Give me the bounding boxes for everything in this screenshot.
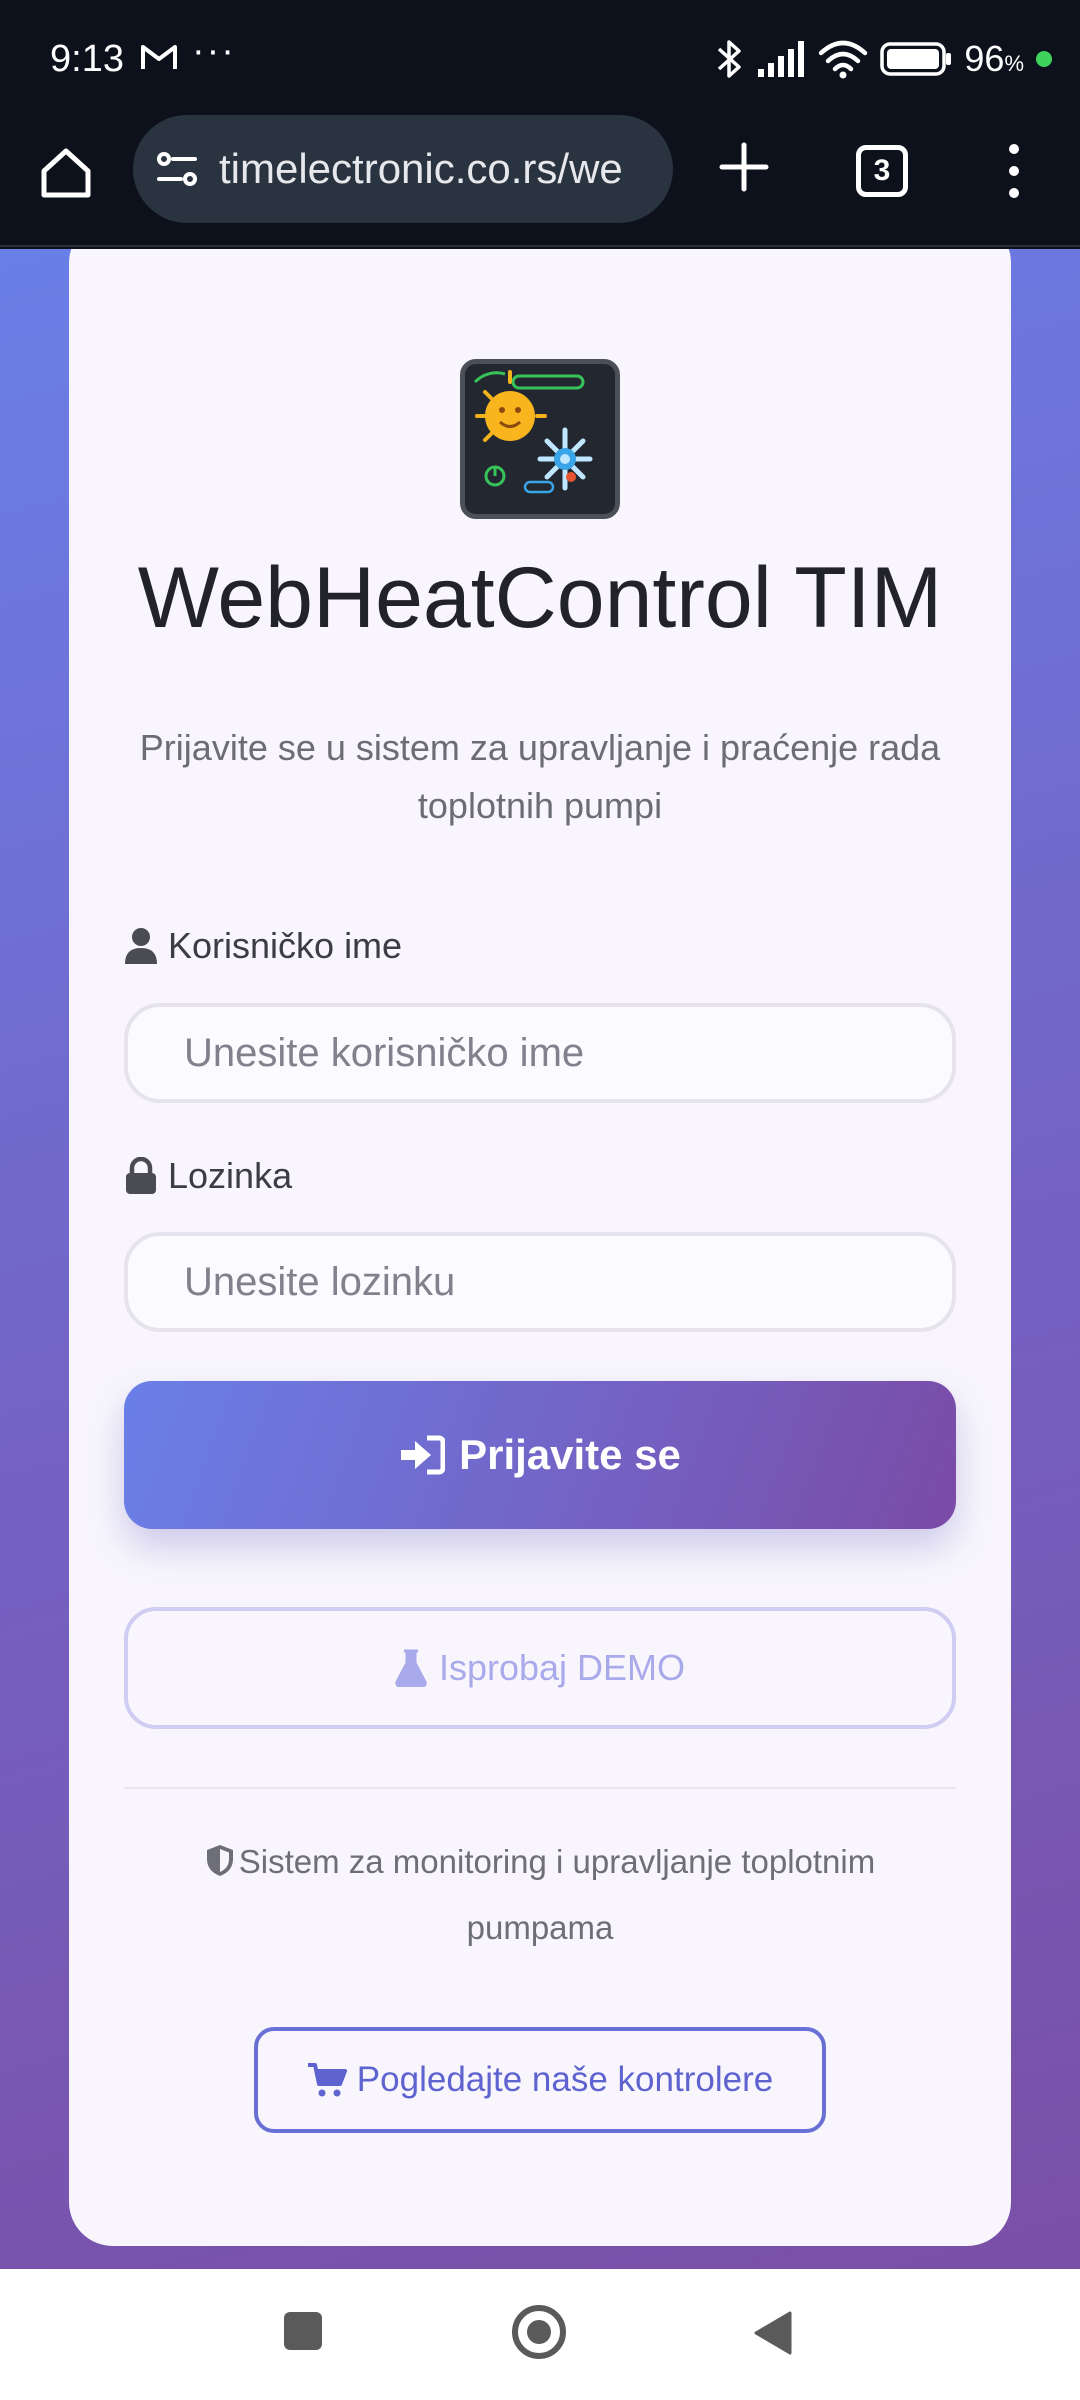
username-label-text: Korisničko ime bbox=[168, 925, 403, 966]
signal-icon bbox=[758, 41, 805, 77]
demo-button[interactable]: Isprobaj DEMO bbox=[124, 1607, 956, 1729]
shield-icon bbox=[206, 1845, 233, 1876]
site-settings-icon[interactable] bbox=[153, 145, 201, 193]
menu-icon[interactable] bbox=[1000, 139, 1028, 203]
home-button-icon[interactable] bbox=[511, 2304, 567, 2360]
password-label: Lozinka bbox=[124, 1155, 292, 1197]
back-button-icon[interactable] bbox=[752, 2309, 794, 2357]
browser-toolbar: timelectronic.co.rs/we 3 bbox=[0, 115, 1080, 247]
app-logo bbox=[460, 359, 620, 519]
login-button-label: Prijavite se bbox=[459, 1431, 681, 1478]
home-icon[interactable] bbox=[36, 143, 96, 203]
username-label: Korisničko ime bbox=[124, 925, 402, 967]
login-card: WebHeatControl TIM Prijavite se u sistem… bbox=[69, 249, 1011, 2246]
flask-icon bbox=[395, 1649, 427, 1687]
lock-icon bbox=[126, 1157, 156, 1194]
demo-button-label: Isprobaj DEMO bbox=[438, 1647, 686, 1688]
recent-apps-button[interactable] bbox=[284, 2312, 322, 2350]
page-subtitle: Prijavite se u sistem za upravljanje i p… bbox=[139, 727, 941, 826]
page-title: WebHeatControl TIM bbox=[137, 550, 943, 646]
battery-level: 96% bbox=[964, 38, 1024, 79]
address-bar[interactable]: timelectronic.co.rs/we bbox=[133, 115, 673, 223]
view-controllers-button[interactable]: Pogledajte naše kontrolere bbox=[254, 2027, 826, 2133]
system-nav-bar bbox=[0, 2269, 1080, 2400]
sign-in-icon bbox=[401, 1435, 446, 1475]
status-bar: 9:13 ··· 96% bbox=[0, 0, 1080, 115]
privacy-indicator-dot bbox=[1036, 51, 1052, 67]
new-tab-icon[interactable] bbox=[712, 135, 776, 199]
status-overflow-dots: ··· bbox=[192, 30, 236, 72]
tab-count: 3 bbox=[873, 154, 891, 187]
divider bbox=[124, 1787, 956, 1789]
gmail-icon bbox=[141, 45, 177, 69]
user-icon bbox=[125, 928, 157, 964]
password-label-text: Lozinka bbox=[168, 1155, 293, 1196]
battery-icon bbox=[880, 42, 952, 76]
footer-description: Sistem za monitoring i upravljanje toplo… bbox=[189, 1829, 891, 1961]
page-background: WebHeatControl TIM Prijavite se u sistem… bbox=[0, 249, 1080, 2269]
url-text[interactable]: timelectronic.co.rs/we bbox=[219, 145, 623, 193]
tabs-icon[interactable]: 3 bbox=[856, 145, 908, 197]
username-input[interactable] bbox=[124, 1003, 956, 1103]
footer-text: Sistem za monitoring i upravljanje toplo… bbox=[238, 1843, 876, 1946]
status-time: 9:13 bbox=[50, 38, 124, 80]
password-input[interactable] bbox=[124, 1232, 956, 1332]
status-right-group: 96% bbox=[714, 36, 1052, 82]
bluetooth-icon bbox=[718, 40, 742, 78]
heat-pump-logo-icon bbox=[465, 364, 615, 514]
wifi-icon bbox=[819, 40, 868, 79]
view-controllers-label: Pogledajte naše kontrolere bbox=[356, 2060, 774, 2099]
cart-icon bbox=[307, 2063, 347, 2097]
login-button[interactable]: Prijavite se bbox=[124, 1381, 956, 1529]
